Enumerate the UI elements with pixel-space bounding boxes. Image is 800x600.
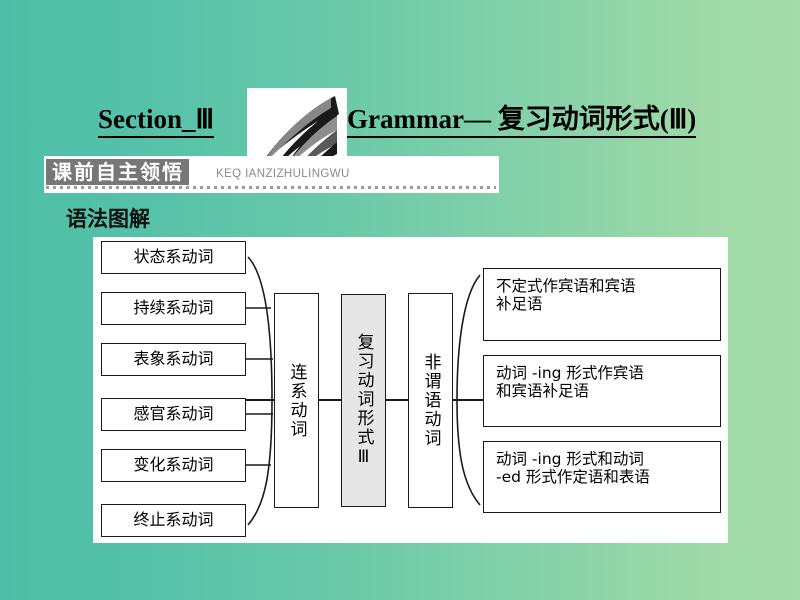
diagram-box-left-6-label: 终止系动词 [133, 510, 214, 530]
diagram-box-main-topic: 复习动词形式Ⅲ [341, 294, 386, 507]
diagram-box-left-2: 持续系动词 [101, 292, 246, 325]
diagram-box-non-finite-verbs: 非谓语动词 [408, 293, 453, 508]
diagram-box-left-3: 表象系动词 [101, 343, 246, 376]
title-grammar-label: Grammar— 复习动词形式(Ⅲ) [347, 106, 697, 138]
diagram-box-right-3: 动词 -ing 形式和动词 -ed 形式作定语和表语 [483, 441, 721, 513]
diagram-box-right-3-line1: 动词 -ing 形式和动词 [496, 450, 644, 468]
diagram-box-main-topic-label: 复习动词形式Ⅲ [353, 332, 374, 469]
diagram-box-left-5: 变化系动词 [101, 449, 246, 482]
diagram-box-right-1-line2: 补足语 [496, 295, 543, 314]
diagram-box-right-3-line2: -ed 形式作定语和表语 [496, 468, 650, 487]
diagram-box-left-3-label: 表象系动词 [133, 349, 214, 369]
diagram-box-right-1: 不定式作宾语和宾语 补足语 [483, 268, 721, 341]
diagram-box-non-finite-verbs-label: 非谓语动词 [420, 353, 441, 448]
diagram-box-linking-verbs: 连系动词 [274, 293, 319, 508]
diagram-panel: 状态系动词 持续系动词 表象系动词 感官系动词 变化系动词 终止系动词 连系动词… [93, 237, 728, 543]
diagram-box-left-1-label: 状态系动词 [133, 247, 214, 267]
section-banner-dotted-rule [46, 186, 496, 189]
diagram-box-left-6: 终止系动词 [101, 504, 246, 537]
diagram-box-left-1: 状态系动词 [101, 241, 246, 274]
diagram-box-right-2-line2: 和宾语补足语 [496, 382, 590, 401]
diagram-box-right-2-line1: 动词 -ing 形式作宾语 [496, 364, 644, 382]
diagram-box-left-4: 感官系动词 [101, 398, 246, 431]
section-banner-tag: 课前自主领悟 [46, 159, 189, 185]
section-banner: 课前自主领悟 KEQ IANZIZHULINGWU [44, 156, 499, 193]
diagram-box-left-2-label: 持续系动词 [133, 298, 214, 318]
diagram-box-left-5-label: 变化系动词 [133, 455, 214, 475]
diagram-box-linking-verbs-label: 连系动词 [286, 362, 307, 439]
diagram-box-left-4-label: 感官系动词 [133, 404, 214, 424]
section-banner-pinyin: KEQ IANZIZHULINGWU [216, 168, 350, 180]
subheading-grammar-diagram: 语法图解 [66, 207, 150, 231]
title-row: Section_Ⅲ Grammar— 复习动词形式(Ⅲ) [0, 44, 800, 190]
diagram-box-right-1-line1: 不定式作宾语和宾语 [496, 277, 636, 295]
slide-canvas: Section_Ⅲ Grammar— 复习动词形式(Ⅲ) 课前自主领悟 KEQ … [0, 0, 800, 600]
diagram-box-right-2: 动词 -ing 形式作宾语 和宾语补足语 [483, 355, 721, 427]
title-section-label: Section_Ⅲ [98, 106, 215, 138]
